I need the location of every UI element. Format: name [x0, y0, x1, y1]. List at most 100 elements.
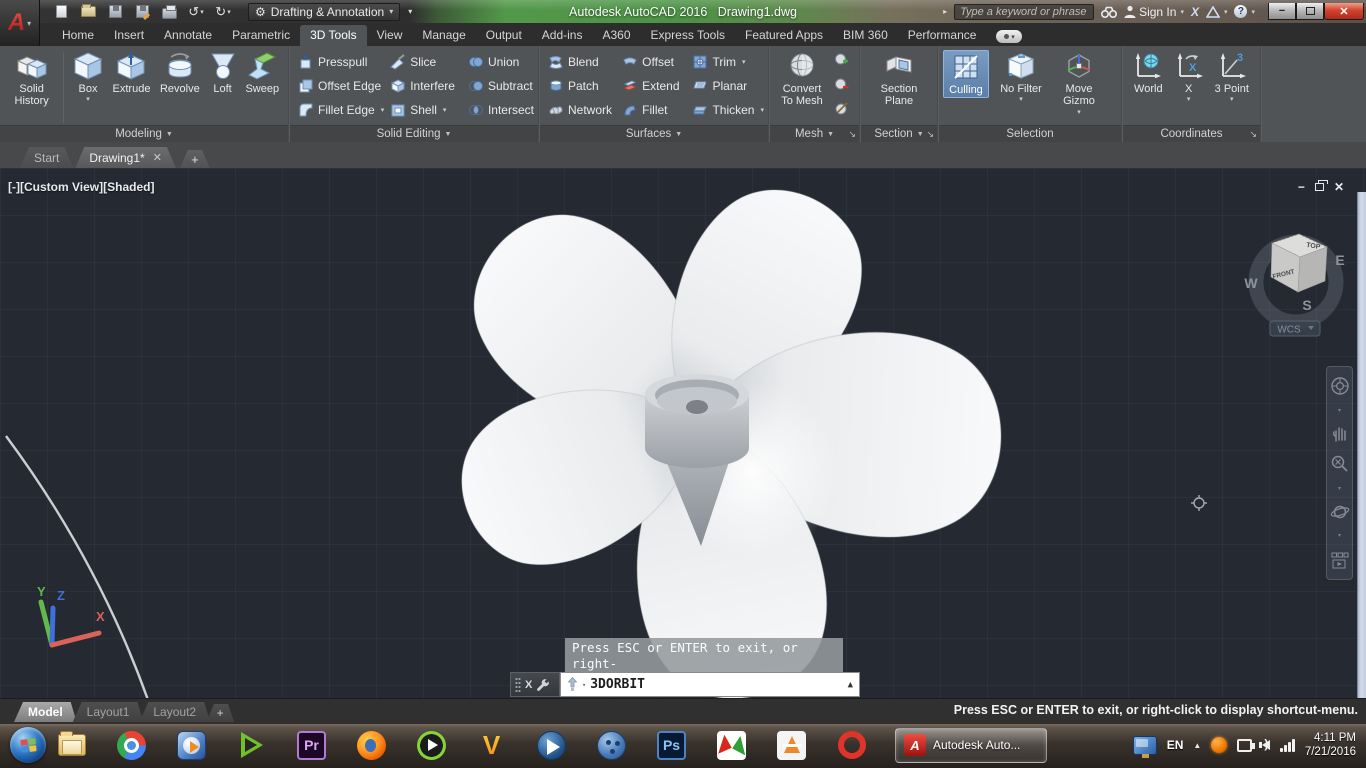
recent-commands-icon[interactable] [567, 677, 578, 692]
dialog-launcher-icon[interactable]: ↘ [1249, 129, 1257, 140]
taskbar-mpc[interactable] [596, 730, 627, 761]
slice-button[interactable]: Slice [390, 51, 462, 73]
taskbar-media-player[interactable] [176, 730, 207, 761]
panel-title-modeling[interactable]: Modeling▼ [0, 125, 288, 142]
taskbar-active-autocad[interactable]: A Autodesk Auto... [895, 728, 1047, 763]
taskbar-gom-player[interactable] [416, 730, 447, 761]
surf-extend-button[interactable]: Extend [622, 75, 684, 97]
redo-button[interactable]: ↻▾ [214, 4, 232, 20]
dialog-launcher-icon[interactable]: ↘ [926, 129, 934, 140]
wrench-icon[interactable] [536, 678, 550, 692]
tab-insert[interactable]: Insert [104, 25, 154, 46]
surf-fillet-button[interactable]: Fillet [622, 99, 684, 121]
tab-3d-tools[interactable]: 3D Tools [300, 25, 366, 46]
tab-featured-apps[interactable]: Featured Apps [735, 25, 833, 46]
sweep-button[interactable]: Sweep [241, 50, 284, 96]
taskbar-freemake[interactable]: V [476, 730, 507, 761]
help-button[interactable]: ? ▾ [1234, 5, 1255, 18]
plot-button[interactable] [160, 4, 178, 20]
tab-annotate[interactable]: Annotate [154, 25, 222, 46]
taskbar-photoshop[interactable]: Ps [656, 730, 687, 761]
a360-button[interactable]: ▾ [1206, 6, 1228, 18]
new-layout-button[interactable]: + [206, 704, 234, 722]
viewport-scrollbar[interactable] [1357, 192, 1366, 698]
open-drawing-button[interactable] [79, 4, 97, 20]
antivirus-tray-icon[interactable] [1211, 737, 1227, 753]
minimize-button[interactable]: − [1268, 3, 1296, 20]
viewcube-east[interactable]: E [1335, 252, 1344, 268]
command-expand-icon[interactable]: ▲ [848, 680, 853, 690]
revolve-button[interactable]: Revolve [155, 50, 204, 96]
file-tab-start[interactable]: Start [20, 147, 73, 168]
tab-home[interactable]: Home [52, 25, 104, 46]
taskbar-opera[interactable] [836, 730, 867, 761]
taskbar-premiere[interactable]: Pr [296, 730, 327, 761]
smooth-more-button[interactable] [834, 52, 849, 67]
tab-bim-360[interactable]: BIM 360 [833, 25, 898, 46]
panel-title-solid-editing[interactable]: Solid Editing▼ [290, 125, 538, 142]
tab-view[interactable]: View [367, 25, 413, 46]
dialog-launcher-icon[interactable]: ↘ [848, 129, 856, 140]
volume-tray-icon[interactable] [1262, 740, 1270, 750]
panel-title-section[interactable]: Section▼ ↘ [861, 125, 937, 142]
solid-history-button[interactable]: Solid History [4, 50, 59, 109]
tab-layout1[interactable]: Layout1 [73, 702, 144, 722]
tab-express-tools[interactable]: Express Tools [641, 25, 735, 46]
taskbar-allplayer[interactable] [536, 730, 567, 761]
search-button[interactable] [1101, 6, 1117, 18]
undo-button[interactable]: ↺▾ [187, 4, 205, 20]
presspull-button[interactable]: Presspull [298, 51, 384, 73]
exchange-apps-button[interactable]: X [1191, 5, 1199, 19]
move-gizmo-button[interactable]: Move Gizmo ▾ [1053, 50, 1105, 117]
shell-button[interactable]: Shell▾ [390, 99, 462, 121]
smooth-less-button[interactable] [834, 77, 849, 92]
close-button[interactable]: ✕ [1324, 3, 1364, 20]
save-button[interactable] [106, 4, 124, 20]
surf-thicken-button[interactable]: Thicken▾ [692, 99, 764, 121]
convert-to-mesh-button[interactable]: Convert To Mesh [774, 50, 830, 109]
taskbar-firefox[interactable] [356, 730, 387, 761]
new-drawing-button[interactable] [52, 4, 70, 20]
ribbon-display-toggle[interactable]: ▾ [996, 30, 1022, 43]
viewport-controls-label[interactable]: [-][Custom View][Shaded] [8, 180, 154, 194]
workspace-switcher[interactable]: ⚙ Drafting & Annotation ▾ [248, 3, 400, 21]
orbit-tool-icon[interactable] [1330, 502, 1350, 522]
panel-title-mesh[interactable]: Mesh▼ ↘ [770, 125, 859, 142]
tab-layout2[interactable]: Layout2 [139, 702, 210, 722]
section-plane-button[interactable]: Section Plane [869, 50, 929, 109]
surf-network-button[interactable]: Network [548, 99, 614, 121]
command-input[interactable]: ▾ 3DORBIT ▲ [560, 672, 860, 697]
taskbar-pinnacle[interactable] [236, 730, 267, 761]
ucs-x-button[interactable]: X X ▾ [1174, 50, 1204, 105]
union-button[interactable]: Union [468, 51, 534, 73]
extrude-button[interactable]: Extrude [108, 50, 155, 96]
panel-title-coordinates[interactable]: Coordinates ↘ [1123, 125, 1260, 142]
signal-tray-icon[interactable] [1280, 738, 1295, 752]
pan-hand-icon[interactable] [1330, 424, 1350, 444]
new-drawing-tab-button[interactable]: + [180, 150, 210, 168]
tab-a360[interactable]: A360 [592, 25, 640, 46]
zoom-extents-icon[interactable] [1330, 454, 1350, 474]
tab-output[interactable]: Output [476, 25, 532, 46]
command-caret-icon[interactable]: ▾ [582, 681, 586, 689]
taskbar-file-explorer[interactable] [56, 730, 87, 761]
viewport-restore-button[interactable] [1315, 183, 1324, 191]
surf-trim-button[interactable]: Trim▾ [692, 51, 764, 73]
offset-edge-button[interactable]: Offset Edge [298, 75, 384, 97]
taskbar-chrome[interactable] [116, 730, 147, 761]
tab-performance[interactable]: Performance [898, 25, 987, 46]
panel-title-selection[interactable]: Selection [939, 125, 1121, 142]
ucs-3point-button[interactable]: 3 3 Point ▾ [1208, 50, 1256, 105]
application-menu-button[interactable]: A ▾ [0, 0, 40, 46]
save-as-button[interactable] [133, 4, 151, 20]
surf-offset-button[interactable]: Offset [622, 51, 684, 73]
grip-dots-icon[interactable] [515, 677, 521, 692]
world-ucs-button[interactable]: World [1127, 50, 1170, 96]
network-tray-icon[interactable] [1237, 739, 1252, 752]
command-close-icon[interactable]: X [525, 679, 532, 691]
viewport-close-button[interactable]: ✕ [1334, 180, 1344, 194]
drawing-viewport[interactable]: [-][Custom View][Shaded] − ✕ [0, 168, 1366, 698]
help-search-input[interactable] [954, 4, 1094, 20]
navigation-wheel-icon[interactable] [1330, 376, 1350, 396]
display-settings-icon[interactable] [1133, 736, 1157, 755]
